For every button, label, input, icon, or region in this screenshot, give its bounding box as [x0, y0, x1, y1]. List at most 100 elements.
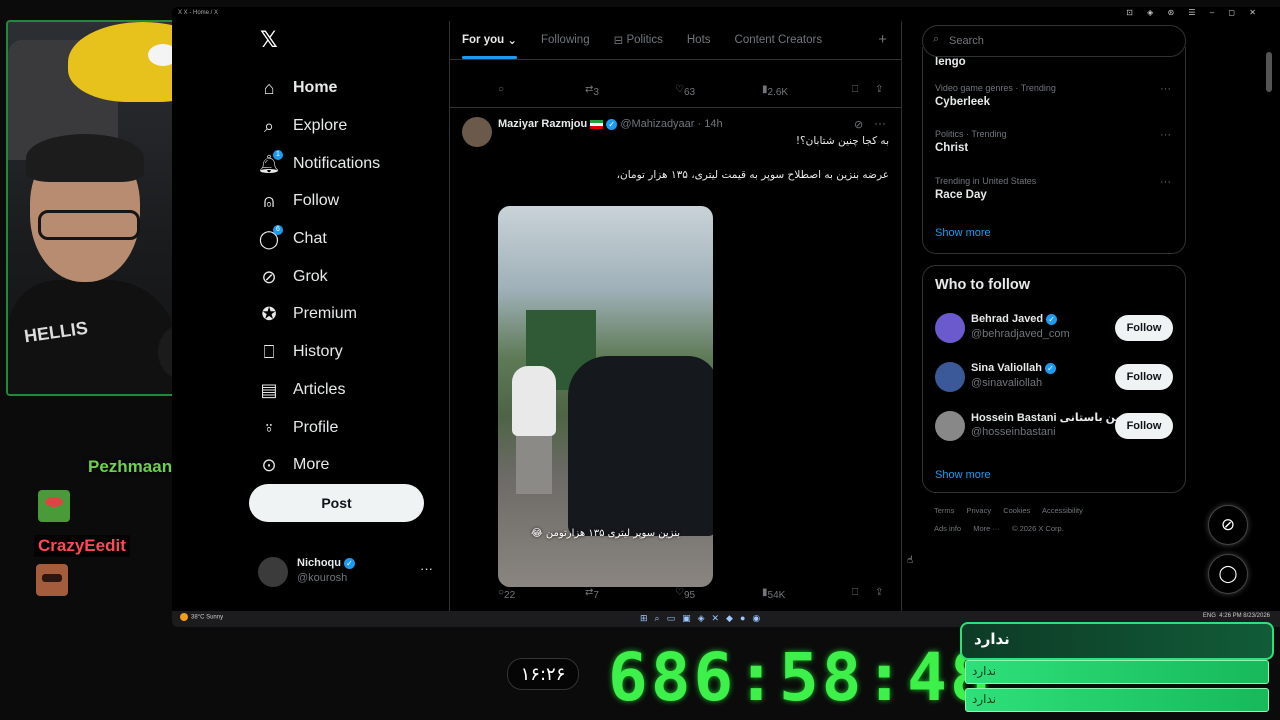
trend-item[interactable]: Trending in United States Race Day ···	[935, 176, 1175, 201]
nav-grok[interactable]: ⊘ Grok	[258, 262, 327, 292]
show-more-link[interactable]: Show more	[935, 227, 991, 239]
tab-following[interactable]: Following	[541, 21, 590, 59]
user-name: Sina Valiollah ✓	[971, 362, 1056, 374]
like-button[interactable]: ♡ 63	[675, 84, 695, 98]
nav-chat[interactable]: ◯ 6 Chat	[258, 224, 327, 254]
footer-link-privacy[interactable]: Privacy	[967, 506, 992, 515]
nav-notifications[interactable]: 🔔︎ 1 Notifications	[258, 149, 380, 179]
tweet-video[interactable]: بنزین سوپر لیتری ۱۳۵ هزارتومن 😂	[498, 206, 713, 587]
share-icon[interactable]: ⇪	[875, 84, 883, 95]
x-logo-icon[interactable]: 𝕏	[260, 29, 282, 51]
nav-explore[interactable]: ⌕ Explore	[258, 111, 347, 141]
repost-button[interactable]: ⇄ 7	[585, 587, 599, 601]
nav-more[interactable]: ⊙ More	[258, 450, 329, 480]
search-icon: ⌕	[933, 33, 940, 45]
bookmark-icon[interactable]: ⎕	[852, 84, 858, 95]
tab-content-creators[interactable]: Content Creators	[735, 21, 823, 59]
nav-home[interactable]: ⌂ Home	[258, 73, 338, 103]
follow-suggestion[interactable]: Hossein Bastani حسین باستانی✓ @hosseinba…	[935, 409, 1175, 443]
avatar[interactable]	[935, 411, 965, 441]
list-icon: ⊟	[613, 35, 627, 47]
follow-button[interactable]: Follow	[1115, 315, 1173, 341]
nav-label: History	[293, 343, 343, 360]
more-options-icon[interactable]: ···	[1160, 176, 1171, 188]
goal-bar-label: ندارد	[972, 664, 997, 678]
taskbar-apps[interactable]: ⊞⌕▭▣◈✕◆●◉	[640, 613, 767, 624]
more-options-icon[interactable]: ···	[1160, 129, 1171, 141]
prev-tweet-actions: ○ ⇄ 3 ♡ 63 ▮ 2.6K ⎕ ⇪	[450, 81, 901, 101]
title-bar: X X - Home / X ⊡ ◈ ⊛ ☰ – ◻ ✕	[172, 7, 1280, 21]
more-options-icon[interactable]: ···	[874, 116, 886, 130]
share-icon[interactable]: ⇪	[875, 587, 883, 598]
reply-icon[interactable]: ○	[498, 84, 504, 95]
trend-meta: Video game genres · Trending	[935, 83, 1056, 93]
grok-icon: ⊘	[1220, 515, 1236, 534]
trend-item[interactable]: Video game genres · Trending Cyberleek ·…	[935, 83, 1175, 108]
footer-link-ads-info[interactable]: Ads info	[934, 524, 961, 533]
nav-label: Premium	[293, 305, 358, 322]
nav-follow[interactable]: ⍝ Follow	[258, 186, 340, 216]
avatar[interactable]	[935, 362, 965, 392]
articles-icon: ▤	[260, 379, 278, 400]
grok-fab-button[interactable]: ⊘	[1208, 505, 1248, 545]
show-more-link[interactable]: Show more	[935, 469, 991, 481]
reply-button[interactable]: ○ 22	[498, 587, 515, 601]
post-button[interactable]: Post	[249, 484, 424, 522]
tab-politics[interactable]: ⊟ Politics	[614, 21, 663, 59]
add-tab-icon[interactable]: +	[878, 31, 887, 48]
author-handle[interactable]: @Mahizadyaar	[620, 118, 694, 130]
search-icon: ⌕	[263, 115, 275, 136]
messages-fab-button[interactable]: ◯	[1208, 554, 1248, 594]
nav-history[interactable]: ⎕ History	[258, 337, 343, 367]
timeline-tabs: For you ⌄ Following ⊟ Politics Hots Cont…	[450, 21, 901, 60]
tweet-actions: ○ 22 ⇄ 7 ♡ 95 ▮ 54K ⎕ ⇪	[450, 584, 901, 604]
follow-button[interactable]: Follow	[1115, 413, 1173, 439]
nav-label: Chat	[293, 230, 327, 247]
scrollbar-thumb[interactable]	[1266, 52, 1272, 92]
trend-item[interactable]: Politics · Trending Christ ···	[935, 129, 1175, 154]
grok-icon[interactable]: ⊘	[854, 118, 863, 131]
search-box[interactable]: ⌕	[922, 25, 1186, 57]
avatar[interactable]	[935, 313, 965, 343]
follow-button[interactable]: Follow	[1115, 364, 1173, 390]
trend-meta: Politics · Trending	[935, 129, 1007, 139]
person-icon: ⍤	[263, 417, 275, 438]
scrollbar[interactable]	[1266, 47, 1272, 607]
tab-hots[interactable]: Hots	[687, 21, 711, 59]
tweet-text-line: به کجا چنین شتابان؟!	[795, 135, 889, 147]
frog-emote-icon	[38, 490, 70, 522]
tab-for-you[interactable]: For you ⌄	[462, 21, 518, 59]
nav-premium[interactable]: ✪ Premium	[258, 299, 357, 329]
search-input[interactable]	[947, 26, 1171, 56]
grok-icon: ⊘	[261, 266, 277, 287]
like-button[interactable]: ♡ 95	[675, 587, 695, 601]
footer-link-more[interactable]: More ···	[973, 524, 1000, 533]
more-options-icon[interactable]: ···	[1160, 83, 1171, 95]
follow-suggestion[interactable]: Sina Valiollah ✓ @sinavaliollah Follow	[935, 360, 1175, 394]
who-to-follow-panel: Who to follow Behrad Javed ✓ @behradjaved…	[922, 265, 1186, 493]
account-switcher[interactable]: Nichoqu ✓ @kourosh ···	[258, 555, 438, 591]
follow-suggestion[interactable]: Behrad Javed ✓ @behradjaved_com Follow	[935, 311, 1175, 345]
system-tray[interactable]: ENG 4:26 PM 8/23/2026	[1203, 613, 1270, 619]
footer-link-terms[interactable]: Terms	[934, 506, 954, 515]
nav-articles[interactable]: ▤ Articles	[258, 375, 345, 405]
bookmark-icon[interactable]: ⎕	[852, 587, 858, 598]
repost-button[interactable]: ⇄ 3	[585, 84, 599, 98]
avatar[interactable]	[462, 117, 492, 147]
nav-profile[interactable]: ⍤ Profile	[258, 413, 339, 443]
weather-widget[interactable]: 38°C Sunny	[180, 613, 223, 621]
verified-icon: ✓	[606, 118, 618, 130]
window-controls[interactable]: ⊡ ◈ ⊛ ☰ – ◻ ✕	[1126, 8, 1262, 17]
more-options-icon[interactable]: ···	[420, 561, 433, 576]
bell-icon: 🔔︎ 1	[258, 150, 283, 175]
user-handle: @hosseinbastani	[971, 426, 1056, 438]
author-name[interactable]: Maziyar Razmjou	[498, 118, 587, 130]
views-button[interactable]: ▮ 54K	[762, 587, 785, 601]
trend-name: Cyberleek	[935, 96, 990, 108]
views-button[interactable]: ▮ 2.6K	[762, 84, 788, 98]
footer-link-cookies[interactable]: Cookies	[1003, 506, 1030, 515]
nav-label: More	[293, 456, 330, 473]
divider	[450, 107, 901, 108]
chat-username: CrazyEedit	[34, 535, 130, 557]
footer-link-accessibility[interactable]: Accessibility	[1042, 506, 1083, 515]
